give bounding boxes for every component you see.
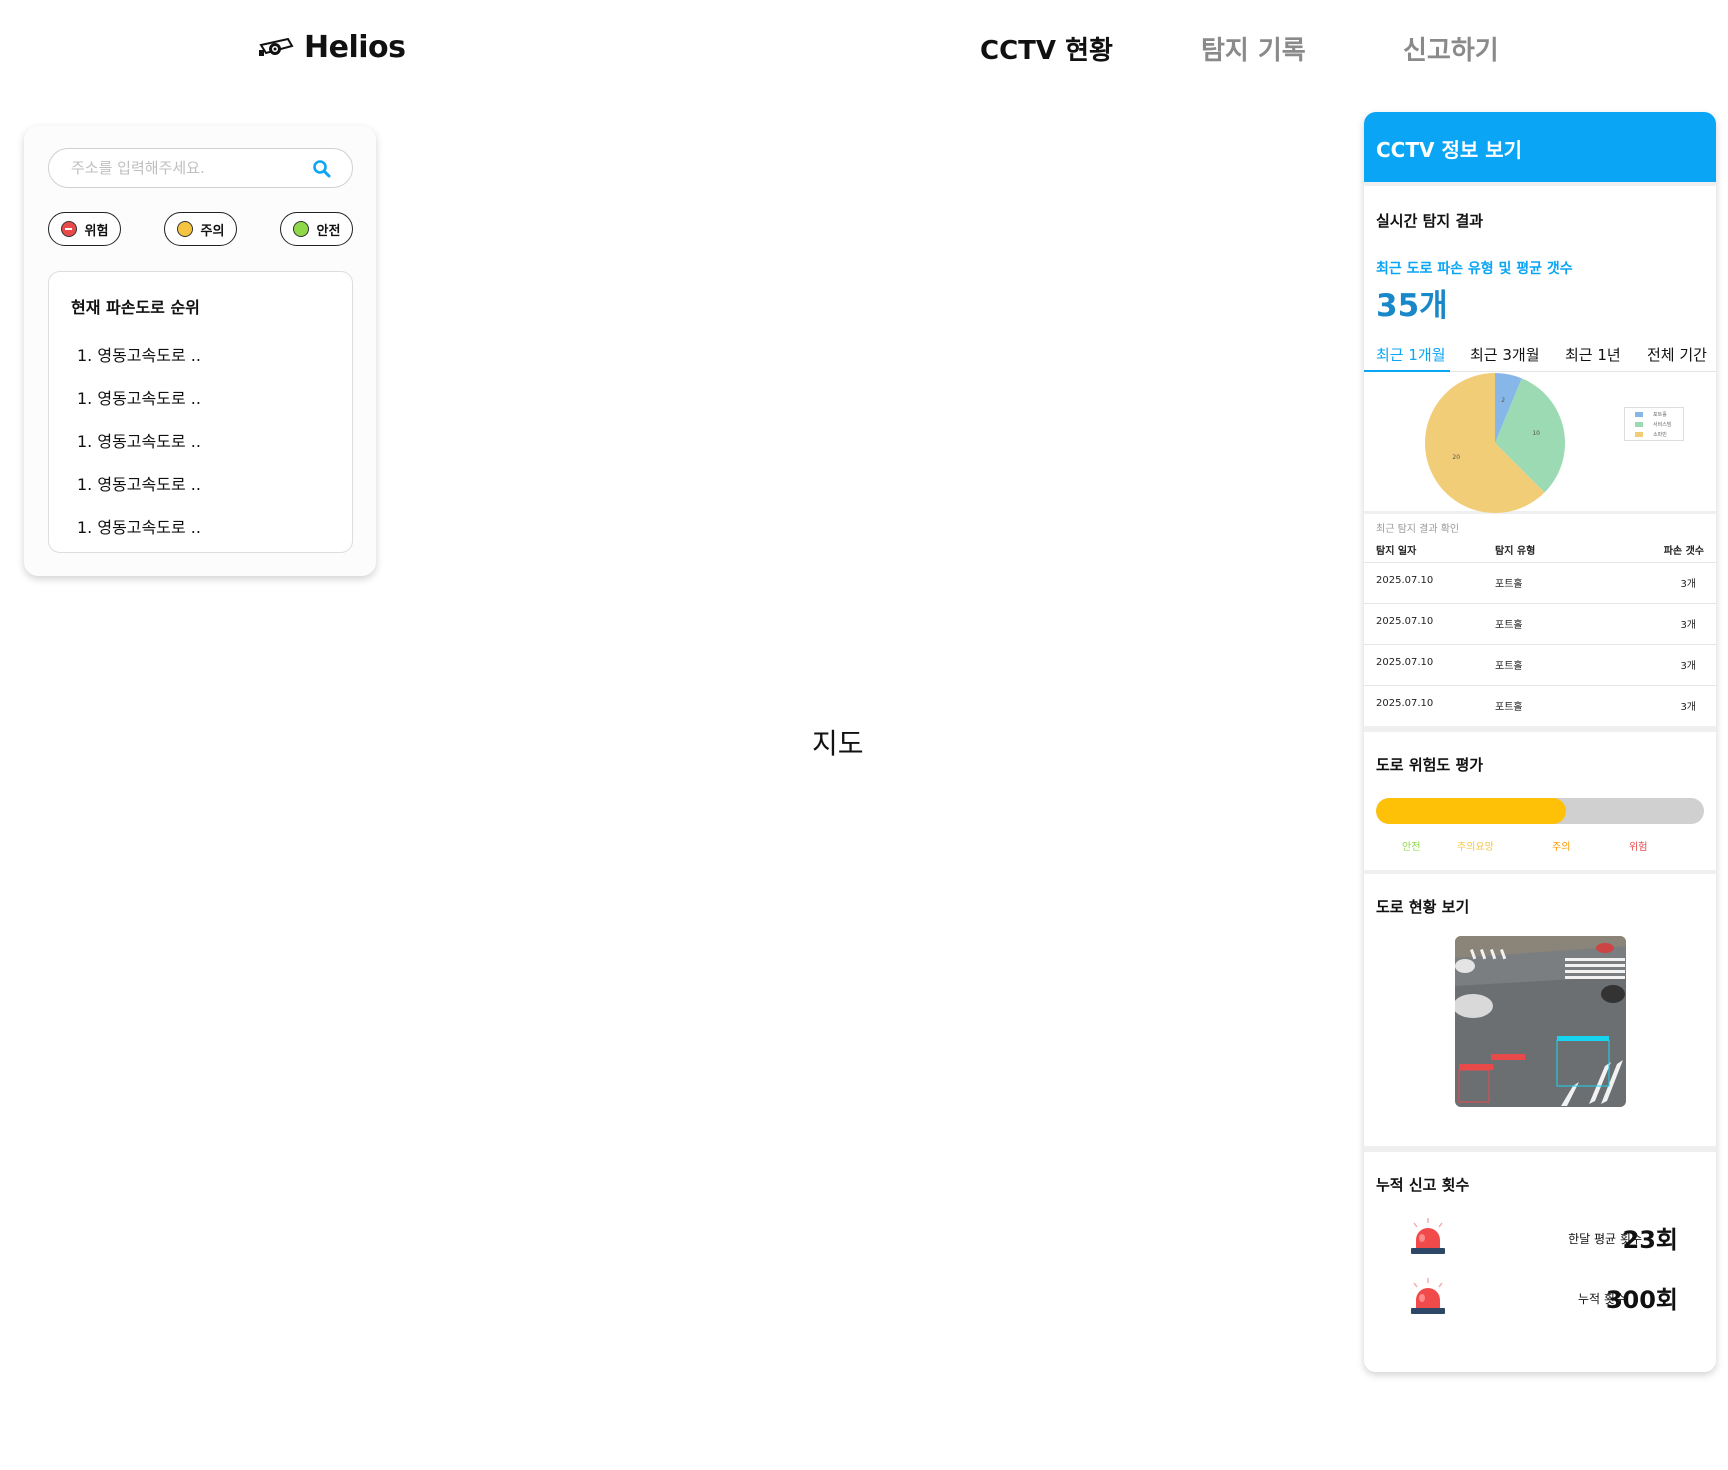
tab-3-months[interactable]: 최근 3개월 [1470, 344, 1540, 365]
pie-slice-label: 10 [1532, 430, 1540, 437]
risk-label-safe: 안전 [1402, 842, 1421, 853]
row-count: 3개 [1680, 579, 1696, 590]
filter-safe-label: 안전 [316, 223, 341, 239]
realtime-detection-section: 실시간 탐지 결과 최근 도로 파손 유형 및 평균 갯수 35개 최근 1개월… [1364, 186, 1716, 514]
average-damage-count: 35개 [1376, 288, 1448, 324]
caution-dot-icon [176, 221, 193, 237]
row-type: 포트홀 [1495, 702, 1523, 713]
legend-entry: 포트홀 [1635, 410, 1667, 418]
total-reports: 누적 횟수 300회 [1364, 1272, 1716, 1322]
monthly-average-reports: 한달 평균 횟수 23회 [1364, 1212, 1716, 1262]
damage-type-pie-chart: 2 10 20 [1424, 372, 1566, 514]
risk-level-fill [1376, 798, 1567, 824]
risk-label-caution: 주의 [1552, 842, 1571, 853]
monthly-average-value: 23회 [1622, 1226, 1678, 1254]
ranking-list: 1. 영동고속도로 .. 1. 영동고속도로 .. 1. 영동고속도로 .. 1… [77, 342, 201, 557]
row-count: 3개 [1680, 702, 1696, 713]
filter-caution[interactable]: 주의 [164, 212, 237, 246]
ranking-item[interactable]: 1. 영동고속도로 .. [77, 514, 201, 557]
siren-icon [1411, 1218, 1445, 1254]
map-placeholder[interactable]: 지도 [812, 722, 864, 762]
row-type: 포트홀 [1495, 620, 1523, 631]
total-reports-value: 300회 [1605, 1286, 1678, 1314]
ranking-item[interactable]: 1. 영동고속도로 .. [77, 342, 201, 385]
cctv-info-panel: CCTV 정보 보기 실시간 탐지 결과 최근 도로 파손 유형 및 평균 갯수… [1364, 112, 1716, 1372]
table-row[interactable]: 2025.07.10 포트홀 3개 [1364, 562, 1716, 603]
recent-detections-section: 최근 탐지 결과 확인 탐지 일자 탐지 유형 파손 갯수 2025.07.10… [1364, 514, 1716, 726]
risk-scale-labels: 안전 주의요망 주의 위험 [1364, 838, 1716, 853]
search-box [48, 148, 353, 188]
damaged-road-ranking: 현재 파손도로 순위 1. 영동고속도로 .. 1. 영동고속도로 .. 1. … [48, 271, 353, 553]
row-date: 2025.07.10 [1376, 575, 1434, 586]
siren-icon [1411, 1278, 1445, 1314]
search-input[interactable] [71, 157, 301, 179]
row-type: 포트홀 [1495, 579, 1523, 590]
legend-swatch [1635, 411, 1643, 417]
legend-swatch [1635, 431, 1643, 437]
filter-safe[interactable]: 안전 [280, 212, 353, 246]
records-caption: 최근 탐지 결과 확인 [1376, 524, 1460, 535]
reports-title: 누적 신고 횟수 [1376, 1176, 1470, 1194]
road-status-section: 도로 현황 보기 [1364, 874, 1716, 1146]
tab-1-year[interactable]: 최근 1년 [1565, 344, 1621, 365]
safe-dot-icon [292, 221, 309, 237]
main-nav: CCTV 현황 탐지 기록 신고하기 [0, 30, 1728, 70]
ranking-item[interactable]: 1. 영동고속도로 .. [77, 385, 201, 428]
table-row[interactable]: 2025.07.10 포트홀 3개 [1364, 603, 1716, 644]
filter-danger[interactable]: 위험 [48, 212, 121, 246]
risk-title: 도로 위험도 평가 [1376, 756, 1484, 774]
period-tabs: 최근 1개월 최근 3개월 최근 1년 전체 기간 [1364, 336, 1716, 372]
cumulative-reports-section: 누적 신고 횟수 한달 평균 횟수 23회 누적 횟수 300회 [1364, 1152, 1716, 1372]
legend-entry: 서비스빔 [1635, 420, 1671, 428]
header-type: 탐지 유형 [1495, 546, 1536, 557]
row-type: 포트홀 [1495, 661, 1523, 672]
ranking-item[interactable]: 1. 영동고속도로 .. [77, 428, 201, 471]
legend-label: 서비스빔 [1653, 421, 1672, 428]
risk-level-bar [1376, 798, 1704, 824]
panel-title: CCTV 정보 보기 [1376, 138, 1523, 162]
risk-label-danger: 위험 [1629, 842, 1648, 853]
header-date: 탐지 일자 [1376, 546, 1417, 557]
legend-swatch [1635, 421, 1643, 427]
realtime-subtitle: 최근 도로 파손 유형 및 평균 갯수 [1376, 261, 1573, 277]
row-count: 3개 [1680, 620, 1696, 631]
row-count: 3개 [1680, 661, 1696, 672]
row-date: 2025.07.10 [1376, 657, 1434, 668]
row-date: 2025.07.10 [1376, 616, 1434, 627]
table-row[interactable]: 2025.07.10 포트홀 3개 [1364, 644, 1716, 685]
pie-legend: 포트홀 서비스빔 소파빈 [1624, 407, 1684, 441]
table-row[interactable]: 2025.07.10 포트홀 3개 [1364, 685, 1716, 726]
tab-1-month[interactable]: 최근 1개월 [1376, 344, 1446, 365]
road-risk-section: 도로 위험도 평가 안전 주의요망 주의 위험 [1364, 732, 1716, 870]
search-icon[interactable] [312, 159, 332, 179]
nav-cctv-status[interactable]: CCTV 현황 [980, 30, 1113, 67]
legend-label: 포트홀 [1653, 411, 1667, 418]
tab-all-time[interactable]: 전체 기간 [1647, 344, 1707, 365]
records-table-header: 탐지 일자 탐지 유형 파손 갯수 [1364, 542, 1716, 562]
header-count: 파손 갯수 [1663, 546, 1704, 557]
legend-label: 소파빈 [1653, 431, 1667, 438]
panel-header: CCTV 정보 보기 [1364, 112, 1716, 182]
pie-chart-svg: 2 10 20 [1425, 373, 1565, 513]
nav-detection-log[interactable]: 탐지 기록 [1201, 30, 1306, 67]
filter-danger-label: 위험 [84, 223, 109, 239]
search-panel: 위험 주의 안전 현재 파손도로 순위 1. 영동고속도로 .. 1. 영동고속… [24, 126, 376, 576]
ranking-item[interactable]: 1. 영동고속도로 .. [77, 471, 201, 514]
realtime-title: 실시간 탐지 결과 [1376, 212, 1484, 230]
pie-slice-label: 20 [1452, 454, 1460, 461]
legend-entry: 소파빈 [1635, 430, 1667, 438]
filter-caution-label: 주의 [200, 223, 225, 239]
risk-label-attention: 주의요망 [1457, 842, 1494, 853]
road-title: 도로 현황 보기 [1376, 898, 1470, 916]
header: Helios CCTV 현황 탐지 기록 신고하기 [0, 0, 1728, 100]
cctv-snapshot[interactable] [1455, 936, 1626, 1107]
ranking-title: 현재 파손도로 순위 [71, 298, 200, 317]
pie-slice-label: 2 [1501, 397, 1505, 404]
nav-report[interactable]: 신고하기 [1403, 30, 1499, 67]
row-date: 2025.07.10 [1376, 698, 1434, 709]
danger-dot-icon [60, 221, 77, 237]
road-snapshot-image [1455, 936, 1626, 1107]
status-filters: 위험 주의 안전 [48, 212, 353, 248]
